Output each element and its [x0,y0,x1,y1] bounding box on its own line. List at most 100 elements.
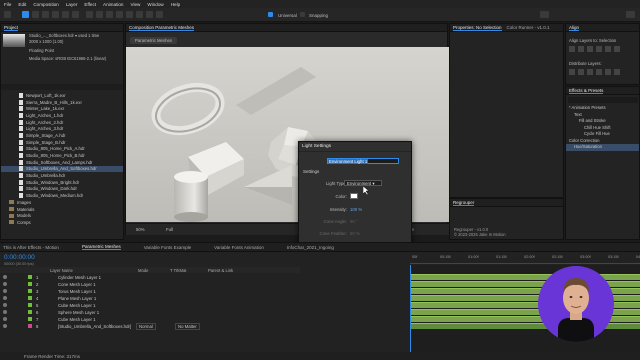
label-color-swatch[interactable] [28,289,32,293]
align-vcenter-icon[interactable] [605,46,611,52]
puppet-tool-icon[interactable] [156,11,163,18]
distribute-bottom-icon[interactable] [587,69,593,75]
project-search[interactable] [1,84,123,90]
tab-align[interactable]: Align [569,25,580,31]
tab-color-runner[interactable]: Color Runner - v1.0.1 [507,25,550,30]
clone-tool-icon[interactable] [126,11,133,18]
effects-search-input[interactable] [568,97,638,103]
snapping-checkbox[interactable] [300,12,305,17]
menu-window[interactable]: Window [147,2,163,7]
layer-name[interactable]: Cylinder Mesh Layer 1 [58,275,101,280]
current-timecode[interactable]: 0:00:00:00 [4,254,35,261]
search-icon[interactable] [626,11,635,18]
timeline-tab[interactable]: InfoChar_2021_Ingoing [287,245,334,250]
layer-parent-dropdown[interactable]: No Matter [175,323,200,330]
label-color-swatch[interactable] [28,275,32,279]
tab-properties[interactable]: Properties: No Selection [453,25,502,31]
align-left-icon[interactable] [569,46,575,52]
align-bottom-icon[interactable] [614,46,620,52]
menu-view[interactable]: View [130,2,140,7]
layer-row[interactable]: 4 Plane Mesh Layer 1 [0,295,300,302]
project-item[interactable]: Comps [1,219,123,226]
align-top-icon[interactable] [596,46,602,52]
project-item[interactable]: Studio_Umbrella_And_Softboxes.hdr [1,165,123,173]
visibility-eye-icon[interactable] [3,289,7,293]
timeline-tab[interactable]: This is After Effects - Motion [3,245,59,250]
distribute-top-icon[interactable] [569,69,575,75]
layer-row[interactable]: 8 [Studio_Umbrella_And_Softboxes.hdr] Norm… [0,323,300,330]
layer-name[interactable]: Torus Mesh Layer 1 [58,289,96,294]
orbit-tool-icon[interactable] [52,11,59,18]
effects-item[interactable]: Hue/Saturation [566,144,639,151]
tab-project[interactable]: Project [4,25,19,31]
zoom-dropdown[interactable]: 50% [136,227,145,232]
tab-effects-presets[interactable]: Effects & Presets [569,88,604,94]
tab-regrouper[interactable]: Regrouper [453,200,475,206]
layer-row[interactable]: 5 Cube Mesh Layer 1 [0,302,300,309]
distribute-hcenter-icon[interactable] [605,69,611,75]
visibility-eye-icon[interactable] [3,296,7,300]
zoom-tool-icon[interactable] [42,11,49,18]
layer-name[interactable]: Cone Mesh Layer 1 [58,282,96,287]
menu-edit[interactable]: Edit [18,2,26,7]
project-item[interactable]: Simple_Stage_B.hdr [1,139,123,146]
layer-name[interactable]: Sphere Mesh Layer 1 [58,310,99,315]
project-item[interactable]: Light_Arches_1.hdr [1,112,123,119]
layer-name[interactable]: Cube Mesh Layer 1 [58,303,96,308]
playhead[interactable] [410,265,411,352]
project-item[interactable]: Sierra_Madre_B_Hills_1k.exr [1,99,123,106]
distribute-vcenter-icon[interactable] [578,69,584,75]
align-right-icon[interactable] [587,46,593,52]
visibility-eye-icon[interactable] [3,310,7,314]
layer-mode-dropdown[interactable]: Normal [136,323,156,330]
layer-row[interactable]: 1 Cylinder Mesh Layer 1 [0,274,300,281]
label-color-swatch[interactable] [28,296,32,300]
menu-layer[interactable]: Layer [66,2,78,7]
layer-row[interactable]: 7 Cube Mesh Layer 1 [0,316,300,323]
timeline-tab[interactable]: Variable Fonts Example [144,245,191,250]
roto-tool-icon[interactable] [146,11,153,18]
project-item[interactable]: Light_Arches_2.hdr [1,119,123,126]
layer-name[interactable]: Cube Mesh Layer 1 [58,317,96,322]
timeline-tab[interactable]: Variable Fonts Animation [214,245,264,250]
resolution-dropdown[interactable]: Full [166,227,173,232]
visibility-eye-icon[interactable] [3,282,7,286]
tab-composition[interactable]: Composition Parametric Meshes [129,25,195,31]
layer-row[interactable]: 6 Sphere Mesh Layer 1 [0,309,300,316]
project-item[interactable]: Newport_Loft_1k.exr [1,92,123,99]
layer-name[interactable]: [Studio_Umbrella_And_Softboxes.hdr] [58,324,131,329]
layer-name[interactable]: Plane Mesh Layer 1 [58,296,96,301]
visibility-eye-icon[interactable] [3,324,7,328]
project-item[interactable]: Materials [1,206,123,213]
project-item[interactable]: Models [1,212,123,219]
pan-tool-icon[interactable] [62,11,69,18]
align-hcenter-icon[interactable] [578,46,584,52]
time-ruler[interactable]: 00f 00:15f 01:00f 01:15f 02:00f 02:15f 03:00f 0… [410,254,640,264]
label-color-swatch[interactable] [28,317,32,321]
menu-file[interactable]: File [4,2,11,7]
name-input[interactable]: Environment Light 1 [327,158,399,164]
project-item[interactable]: Winter_Lake_1k.exr [1,105,123,112]
universal-checkbox[interactable] [268,12,273,17]
workspace-icon[interactable] [540,11,549,18]
dolly-tool-icon[interactable] [72,11,79,18]
visibility-eye-icon[interactable] [3,275,7,279]
hand-tool-icon[interactable] [32,11,39,18]
timeline-tab[interactable]: Parametric Meshes [81,244,121,250]
menu-help[interactable]: Help [171,2,180,7]
align-to-dropdown[interactable]: Selection [599,38,616,43]
pen-tool-icon[interactable] [96,11,103,18]
type-tool-icon[interactable] [106,11,113,18]
distribute-right-icon[interactable] [614,69,620,75]
project-item[interactable]: Images [1,199,123,206]
project-item[interactable]: Studio_Windows_Dark.hdr [1,186,123,193]
project-item[interactable]: Light_Arches_3.hdr [1,125,123,132]
eraser-tool-icon[interactable] [136,11,143,18]
rectangle-tool-icon[interactable] [86,11,93,18]
label-color-swatch[interactable] [28,310,32,314]
project-item[interactable]: Studio_805_Home_Pick_B.hdr [1,152,123,159]
label-color-swatch[interactable] [28,282,32,286]
menu-composition[interactable]: Composition [33,2,59,7]
visibility-eye-icon[interactable] [3,303,7,307]
menu-animation[interactable]: Animation [103,2,123,7]
